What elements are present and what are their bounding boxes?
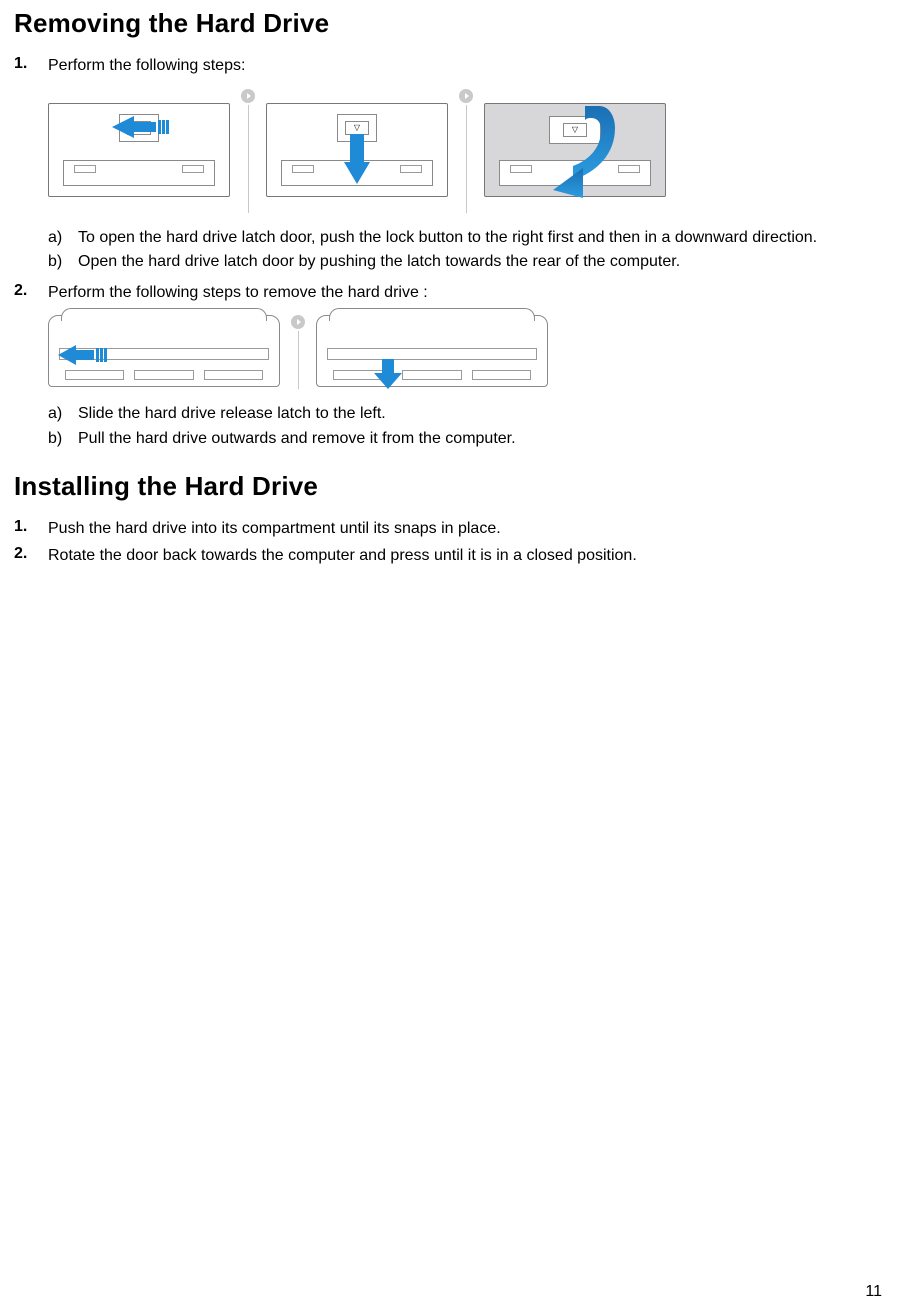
sequence-separator bbox=[458, 87, 474, 213]
section-heading-installing: Installing the Hard Drive bbox=[14, 471, 886, 502]
bottom-panel bbox=[63, 160, 215, 186]
substep-text: Open the hard drive latch door by pushin… bbox=[78, 251, 680, 273]
lock-button-icon: ▽ bbox=[345, 121, 369, 135]
arrow-left-small-icon bbox=[58, 345, 108, 365]
arrow-rotate-icon bbox=[549, 98, 619, 198]
step-2: 2. Perform the following steps to remove… bbox=[14, 282, 886, 453]
step-number: 2. bbox=[14, 545, 34, 567]
figure-slide-latch-left bbox=[48, 315, 280, 387]
substep-a: a) To open the hard drive latch door, pu… bbox=[48, 227, 886, 249]
substep-letter: b) bbox=[48, 428, 68, 450]
substep-b: b) Open the hard drive latch door by pus… bbox=[48, 251, 886, 273]
step-text: Push the hard drive into its compartment… bbox=[48, 518, 886, 540]
play-bullet-icon bbox=[291, 315, 305, 329]
play-bullet-icon bbox=[241, 89, 255, 103]
substep-text: Pull the hard drive outwards and remove … bbox=[78, 428, 516, 450]
figure-row-2 bbox=[48, 313, 886, 389]
substep-a: a) Slide the hard drive release latch to… bbox=[48, 403, 886, 425]
figure-row-1: ▽ bbox=[48, 87, 886, 213]
step-text: Perform the following steps: bbox=[48, 55, 886, 77]
substeps-2: a) Slide the hard drive release latch to… bbox=[48, 403, 886, 449]
arrow-left-icon bbox=[112, 116, 172, 138]
substep-b: b) Pull the hard drive outwards and remo… bbox=[48, 428, 886, 450]
page-number: 11 bbox=[865, 1283, 882, 1301]
figure-door-open: ▽ bbox=[484, 103, 666, 197]
arrow-down-icon bbox=[344, 134, 370, 184]
step-number: 1. bbox=[14, 55, 34, 276]
step-number: 2. bbox=[14, 282, 34, 453]
play-bullet-icon bbox=[459, 89, 473, 103]
section-heading-removing: Removing the Hard Drive bbox=[14, 8, 886, 39]
document-page: Removing the Hard Drive 1. Perform the f… bbox=[0, 0, 902, 1315]
figure-latch-push-down: ▽ bbox=[266, 103, 448, 197]
substep-letter: a) bbox=[48, 403, 68, 425]
substep-text: Slide the hard drive release latch to th… bbox=[78, 403, 386, 425]
substep-letter: a) bbox=[48, 227, 68, 249]
arrow-out-down-icon bbox=[374, 359, 402, 389]
step-text: Perform the following steps to remove th… bbox=[48, 282, 886, 304]
step-text: Rotate the door back towards the compute… bbox=[48, 545, 886, 567]
substep-text: To open the hard drive latch door, push … bbox=[78, 227, 817, 249]
install-step-1: 1. Push the hard drive into its compartm… bbox=[14, 518, 886, 540]
step-number: 1. bbox=[14, 518, 34, 540]
install-step-2: 2. Rotate the door back towards the comp… bbox=[14, 545, 886, 567]
substeps-1: a) To open the hard drive latch door, pu… bbox=[48, 227, 886, 273]
figure-latch-push-right: ▽ bbox=[48, 103, 230, 197]
step-body: Perform the following steps: ▽ bbox=[48, 55, 886, 276]
ordered-list-installing: 1. Push the hard drive into its compartm… bbox=[14, 518, 886, 567]
substep-letter: b) bbox=[48, 251, 68, 273]
step-1: 1. Perform the following steps: ▽ bbox=[14, 55, 886, 276]
step-body: Perform the following steps to remove th… bbox=[48, 282, 886, 453]
sequence-separator bbox=[290, 313, 306, 389]
sequence-separator bbox=[240, 87, 256, 213]
figure-pull-drive-out bbox=[316, 315, 548, 387]
ordered-list-removing: 1. Perform the following steps: ▽ bbox=[14, 55, 886, 453]
